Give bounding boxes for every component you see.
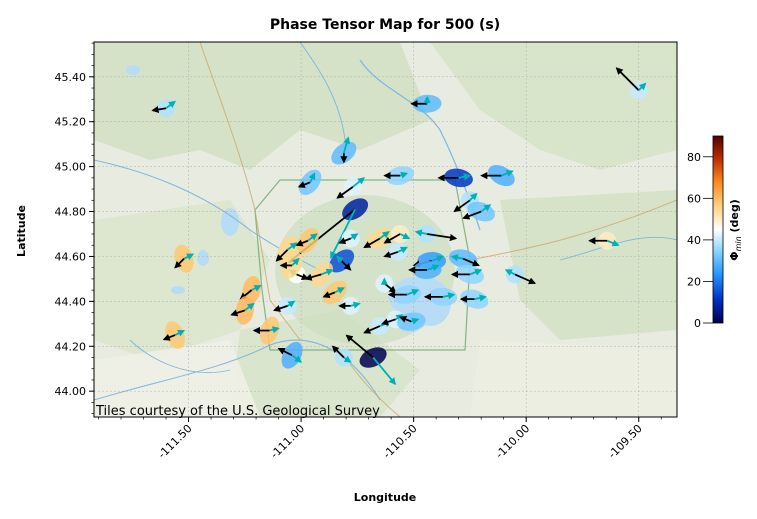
- colorbar-strip: [712, 135, 724, 324]
- y-tick-label: 45.40: [55, 71, 87, 84]
- x-axis-label: Longitude: [354, 491, 416, 504]
- x-tick-label: -109.50: [606, 422, 645, 461]
- y-tick-label: 44.60: [55, 250, 87, 263]
- colorbar-tick-label: 60: [687, 192, 701, 205]
- colorbar: 0 20 40 60 80 Φmin (deg): [687, 135, 743, 330]
- colorbar-tick-label: 80: [687, 151, 701, 164]
- basemap-lake-henrys: [197, 250, 209, 266]
- colorbar-label-main: Φ: [728, 251, 741, 260]
- x-axis: -111.50 -111.00 -110.50 -110.00 -109.50: [98, 417, 662, 461]
- chart-title: Phase Tensor Map for 500 (s): [270, 17, 500, 33]
- x-tick-label: -111.00: [268, 422, 307, 461]
- colorbar-label: Φmin (deg): [728, 199, 743, 261]
- basemap-lake-ennis: [126, 65, 140, 75]
- x-tick-label: -110.00: [493, 422, 532, 461]
- y-tick-label: 44.80: [55, 206, 87, 219]
- colorbar-label-rest: (deg): [728, 199, 741, 236]
- colorbar-label-sub: min: [734, 236, 743, 251]
- colorbar-ticks: 0 20 40 60 80: [687, 151, 713, 330]
- colorbar-tick-label: 0: [694, 317, 701, 330]
- x-tick-label: -111.50: [155, 422, 194, 461]
- y-tick-label: 44.40: [55, 295, 87, 308]
- colorbar-tick-label: 40: [687, 234, 701, 247]
- y-tick-label: 44.20: [55, 340, 87, 353]
- basemap-plain-southeast: [470, 340, 677, 417]
- basemap-lake-island-park: [171, 286, 185, 294]
- colorbar-tick-label: 20: [687, 275, 701, 288]
- y-tick-label: 45.20: [55, 116, 87, 129]
- phase-tensor-chart: Phase Tensor Map for 500 (s) -111.50 -111…: [15, 17, 743, 504]
- y-tick-label: 44.00: [55, 385, 87, 398]
- y-axis-label: Latitude: [15, 205, 28, 257]
- basemap-credit: Tiles courtesy of the U.S. Geological Su…: [95, 404, 380, 419]
- basemap-lake-hebgen: [221, 208, 239, 236]
- y-tick-label: 45.00: [55, 161, 87, 174]
- y-axis: 44.00 44.20 44.40 44.60 44.80 45.00 45.20 45.40: [55, 42, 94, 414]
- x-tick-label: -110.50: [381, 422, 420, 461]
